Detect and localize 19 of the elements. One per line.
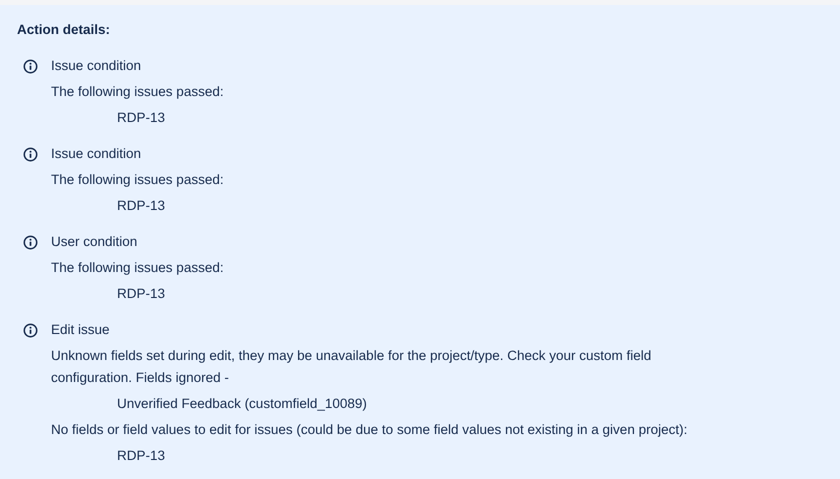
- detail-message: The following issues passed:: [51, 83, 224, 101]
- entry-title: User condition: [51, 233, 138, 251]
- detail-message: The following issues passed:: [51, 171, 224, 189]
- issue-key: Unverified Feedback (customfield_10089): [117, 391, 367, 417]
- detail-message: The following issues passed:: [51, 259, 224, 277]
- entry-title: Issue condition: [51, 57, 142, 75]
- info-icon: [23, 58, 38, 74]
- info-icon: [23, 322, 38, 338]
- detail-message: No fields or field values to edit for issues (could be due to some field values not existing in a given project):: [51, 421, 688, 439]
- issue-key: RDP-13: [117, 281, 166, 307]
- info-icon: [23, 146, 38, 162]
- entry-title: Edit issue: [51, 321, 110, 339]
- issue-key: RDP-13: [117, 193, 166, 219]
- detail-message: Unknown fields set during edit, they may be unavailable for the project/type. Check your custom field configuration. Fields ignored -: [51, 347, 652, 387]
- entry-title: Issue condition: [51, 145, 142, 163]
- issue-key: RDP-13: [117, 443, 166, 469]
- issue-key: RDP-13: [117, 105, 166, 131]
- section-heading: Action details:: [17, 21, 110, 39]
- info-icon: [23, 234, 38, 250]
